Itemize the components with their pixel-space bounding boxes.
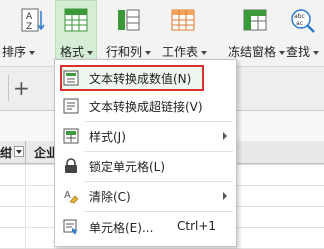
filter-dropdown-icon[interactable]	[14, 146, 24, 157]
format-icon	[64, 8, 90, 34]
ribbon-toolbar: A Z 排序 格式 行和列 工作表 冻结窗格 abc ac 查找	[0, 0, 324, 67]
freeze-panes-label: 冻结窗格	[228, 45, 277, 59]
menu-item-label: 锁定单元格(L)	[89, 160, 166, 174]
menu-item-text-to-hyperlink[interactable]: 文本转换成超链接(V)	[55, 94, 236, 118]
freeze-panes-button[interactable]: 冻结窗格	[226, 8, 286, 62]
clear-icon: A	[63, 188, 79, 204]
format-button[interactable]: 格式	[58, 8, 98, 62]
svg-text:Z: Z	[26, 22, 32, 32]
chevron-down-icon	[29, 50, 36, 55]
format-dropdown-menu: 文本转换成数值(N) 文本转换成超链接(V) 样式(J) 锁定单元格(L) A …	[54, 59, 237, 247]
menu-item-lock-cell[interactable]: 锁定单元格(L)	[55, 154, 236, 178]
rows-columns-button[interactable]: 行和列	[104, 8, 156, 62]
menu-separator	[85, 181, 233, 182]
sort-button[interactable]: A Z 排序	[0, 8, 50, 62]
format-label: 格式	[60, 45, 85, 59]
style-icon	[63, 128, 79, 144]
svg-text:abc: abc	[294, 13, 305, 20]
menu-item-label: 单元格(E)...	[89, 221, 154, 235]
chevron-down-icon	[201, 50, 208, 55]
worksheet-button[interactable]: 工作表	[160, 8, 224, 62]
add-tab-button[interactable]: +	[13, 76, 30, 100]
submenu-arrow-icon	[223, 192, 227, 200]
menu-item-style[interactable]: 样式(J)	[55, 124, 236, 148]
submenu-arrow-icon	[223, 132, 227, 140]
menu-separator	[85, 211, 233, 212]
svg-text:ac: ac	[296, 20, 303, 27]
menu-item-shortcut: Ctrl+1	[177, 219, 217, 233]
chevron-down-icon	[313, 50, 320, 55]
menu-separator	[85, 121, 233, 122]
menu-item-cell-format[interactable]: 单元格(E)... Ctrl+1	[55, 215, 236, 239]
svg-text:A: A	[64, 190, 71, 201]
tab-divider	[8, 75, 9, 101]
worksheet-icon	[170, 8, 196, 34]
svg-text:A: A	[26, 12, 33, 22]
column-header-a-text: 绀	[0, 146, 13, 160]
worksheet-label: 工作表	[162, 45, 199, 59]
lock-icon	[63, 158, 79, 174]
chevron-down-icon	[87, 50, 94, 55]
sort-label: 排序	[2, 45, 27, 59]
menu-item-label: 清除(C)	[89, 190, 131, 204]
text-to-number-icon	[63, 70, 79, 86]
freeze-panes-icon	[242, 8, 268, 34]
find-icon: abc ac	[290, 8, 316, 34]
chevron-down-icon	[145, 50, 152, 55]
find-label: 查找	[286, 45, 311, 59]
menu-item-label: 样式(J)	[89, 130, 126, 144]
find-button[interactable]: abc ac 查找	[284, 8, 324, 62]
grid-column-line	[25, 164, 26, 249]
menu-separator	[85, 151, 233, 152]
column-header-a[interactable]: 绀	[0, 141, 26, 163]
rows-columns-label: 行和列	[106, 45, 143, 59]
rows-columns-icon	[116, 8, 142, 34]
menu-item-label: 文本转换成超链接(V)	[89, 100, 203, 114]
menu-item-text-to-number[interactable]: 文本转换成数值(N)	[55, 66, 236, 90]
cell-format-icon	[63, 219, 79, 235]
menu-item-clear[interactable]: A 清除(C)	[55, 184, 236, 208]
text-to-hyperlink-icon	[63, 98, 79, 114]
menu-item-label: 文本转换成数值(N)	[89, 72, 192, 86]
sort-icon: A Z	[20, 8, 46, 34]
